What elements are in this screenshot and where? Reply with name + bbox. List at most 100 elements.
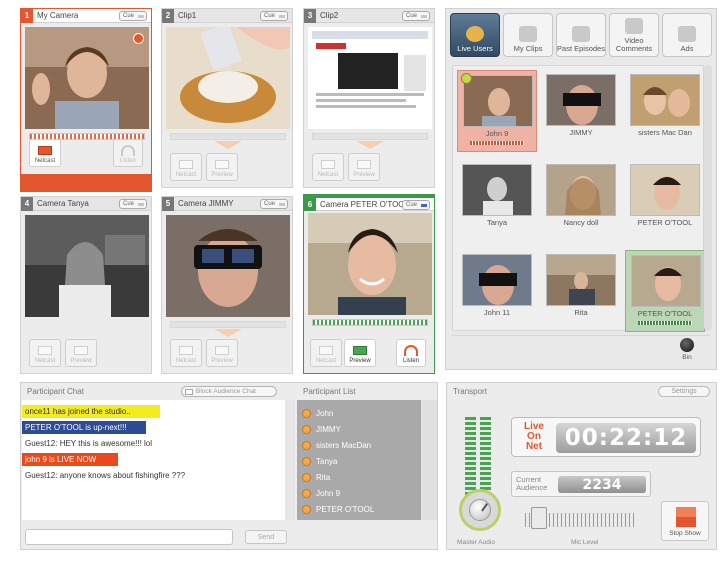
audio-meter [170, 321, 286, 328]
netcast-button[interactable]: Netcast [312, 153, 344, 181]
netcast-button[interactable]: Netcast [170, 153, 202, 181]
cue-toggle[interactable]: Cue [402, 200, 430, 210]
webcam-feed-image [308, 213, 432, 315]
cue-toggle[interactable]: Cue [260, 199, 288, 209]
cue-label: Cue [264, 201, 276, 207]
camera-number: 5 [162, 196, 174, 211]
participant-name: PETER O'TOOL [316, 504, 375, 514]
user-tile[interactable]: Nancy doll [541, 160, 621, 242]
cue-led-icon [279, 202, 286, 206]
listen-button[interactable]: Listen [113, 139, 143, 167]
user-thumbnail [630, 74, 700, 126]
preview-icon [353, 346, 367, 355]
cue-label: Cue [264, 13, 276, 19]
camera-slot-2[interactable]: 2 Clip1 Cue Netcast Preview [161, 8, 293, 188]
netcast-button[interactable]: Netcast [170, 339, 202, 367]
preview-button[interactable]: Preview [65, 339, 97, 367]
user-icon [302, 408, 311, 418]
volume-fader[interactable] [322, 141, 418, 151]
user-tile[interactable]: John 9 [457, 70, 537, 152]
mic-level-thumb[interactable] [531, 507, 547, 529]
tab-live-users[interactable]: Live Users [450, 13, 500, 57]
netcast-icon [38, 346, 52, 355]
participant-item[interactable]: Tanya [297, 453, 421, 469]
user-tile[interactable]: Rita [541, 250, 621, 332]
camera-title: Clip2 [320, 11, 339, 20]
user-thumbnail [462, 164, 532, 216]
user-icon [302, 488, 311, 498]
audio-meter [312, 133, 428, 140]
camera-title: Camera PETER O'TOOL [320, 199, 409, 209]
user-tile[interactable]: John 11 [457, 250, 537, 332]
preview-label: Preview [349, 358, 371, 364]
preview-button[interactable]: Preview [348, 153, 380, 181]
participant-item[interactable]: PETER O'TOOL [297, 501, 421, 517]
user-tile[interactable]: JIMMY [541, 70, 621, 152]
preview-label: Preview [70, 358, 92, 364]
participant-scrollbar[interactable] [421, 400, 437, 520]
stop-show-button[interactable]: Stop Show [661, 501, 709, 541]
user-thumbnail [631, 255, 701, 307]
send-button[interactable]: Send [245, 530, 287, 544]
preview-button[interactable]: Preview [344, 339, 376, 367]
library-scrollbar[interactable] [704, 65, 712, 331]
participant-name: John [316, 408, 334, 418]
listen-button[interactable]: Listen [396, 339, 426, 367]
user-thumbnail [630, 164, 700, 216]
netcast-button[interactable]: Netcast [310, 339, 342, 367]
netcast-label: Netcast [34, 358, 56, 364]
participant-item[interactable]: sisters MacDan [297, 437, 421, 453]
chat-input[interactable] [25, 529, 233, 545]
chat-header: Participant Chat Block Audience Chat Par… [21, 383, 437, 399]
participant-item[interactable]: John [297, 405, 421, 421]
audio-meter [312, 319, 428, 326]
netcast-icon [319, 346, 333, 355]
live-users-grid: John 9 JIMMY sisters Mac Dan Tanya Nancy… [452, 65, 705, 332]
netcast-label: Netcast [315, 358, 337, 364]
tab-ads[interactable]: Ads [662, 13, 712, 57]
bin-button[interactable]: Bin [676, 338, 698, 361]
cue-toggle[interactable]: Cue [119, 199, 147, 209]
camera-slot-1[interactable]: 1 My Camera Cue Netcast Listen [20, 8, 152, 192]
user-tile[interactable]: PETER O'TOOL [625, 160, 705, 242]
user-tile[interactable]: Tanya [457, 160, 537, 242]
block-audience-chat-toggle[interactable]: Block Audience Chat [181, 386, 277, 397]
cue-toggle[interactable]: Cue [402, 11, 430, 21]
camera-slot-5[interactable]: 5 Camera JIMMY Cue Netcast Preview [161, 196, 293, 374]
participant-name: JIMMY [316, 424, 341, 434]
camera-header: 4 Camera Tanya Cue [21, 196, 151, 211]
tab-video-comments[interactable]: Video Comments [609, 13, 659, 57]
camera-header: 6 Camera PETER O'TOOL Cue [304, 195, 434, 211]
participant-item[interactable]: John 9 [297, 485, 421, 501]
chat-scrollbar[interactable] [285, 400, 295, 520]
volume-fader[interactable] [180, 141, 276, 151]
user-tile[interactable]: PETER O'TOOL [625, 250, 705, 332]
library-tabs: Live Users My Clips Past Episodes Video … [450, 13, 712, 59]
netcast-button[interactable]: Netcast [29, 139, 61, 167]
netcast-button[interactable]: Netcast [29, 339, 61, 367]
participant-item[interactable]: Rita [297, 469, 421, 485]
camera-slot-3[interactable]: 3 Clip2 Cue Netcast Preview [303, 8, 435, 188]
preview-button[interactable]: Preview [206, 339, 238, 367]
cue-toggle[interactable]: Cue [119, 11, 147, 21]
preview-icon [357, 160, 371, 169]
ads-icon [678, 26, 696, 42]
cue-label: Cue [406, 13, 418, 19]
preview-button[interactable]: Preview [206, 153, 238, 181]
cue-toggle[interactable]: Cue [260, 11, 288, 21]
user-tile[interactable]: sisters Mac Dan [625, 70, 705, 152]
settings-button[interactable]: Settings [658, 386, 710, 397]
master-audio-knob[interactable] [459, 489, 501, 531]
master-audio-label: Master Audio [457, 539, 495, 546]
camera-video [166, 215, 290, 317]
participant-item[interactable]: JIMMY [297, 421, 421, 437]
participant-list: John JIMMY sisters MacDan Tanya Rita Joh… [297, 400, 421, 520]
camera-slot-6[interactable]: 6 Camera PETER O'TOOL Cue Netcast Previe… [303, 194, 435, 374]
camera-slot-4[interactable]: 4 Camera Tanya Cue Netcast Preview [20, 196, 152, 374]
tab-past-episodes[interactable]: Past Episodes [556, 13, 606, 57]
tab-my-clips[interactable]: My Clips [503, 13, 553, 57]
tab-label: Ads [680, 44, 694, 53]
chat-messages: once11 has joined the studio.. PETER O'T… [22, 400, 285, 520]
live-clock-box: Live On Net 00:22:12 [511, 417, 701, 457]
show-timer: 00:22:12 [556, 423, 696, 453]
